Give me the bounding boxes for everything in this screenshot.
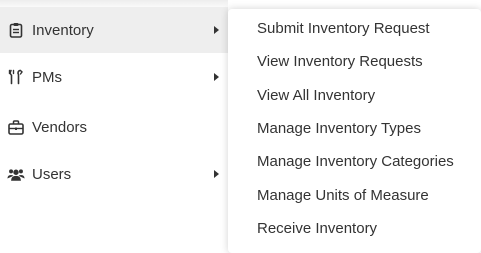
menu-item-label: Inventory — [32, 21, 94, 39]
submenu-item-submit-inventory-request[interactable]: Submit Inventory Request — [228, 12, 481, 45]
submenu-item-manage-inventory-types[interactable]: Manage Inventory Types — [228, 112, 481, 145]
users-icon — [7, 165, 25, 183]
wrench-icon — [7, 68, 25, 86]
menu-item-users[interactable]: Users — [0, 151, 228, 197]
caret-right-icon — [214, 73, 219, 81]
submenu-item-view-all-inventory[interactable]: View All Inventory — [228, 79, 481, 112]
menu-item-label: Vendors — [32, 118, 88, 136]
submenu-item-manage-units-of-measure[interactable]: Manage Units of Measure — [228, 179, 481, 212]
submenu-item-manage-inventory-categories[interactable]: Manage Inventory Categories — [228, 145, 481, 178]
caret-right-icon — [214, 170, 219, 178]
menu-item-inventory[interactable]: Inventory — [0, 7, 228, 53]
briefcase-icon — [7, 118, 25, 136]
menu-item-label: Users — [32, 165, 72, 183]
menu-item-label: PMs — [32, 68, 62, 86]
main-menu: Inventory PMs Vendors Users — [0, 0, 228, 253]
submenu-item-receive-inventory[interactable]: Receive Inventory — [228, 212, 481, 245]
menu-item-pms[interactable]: PMs — [0, 54, 228, 100]
menu-stage: Inventory PMs Vendors Users Submit Inven… — [0, 0, 481, 253]
submenu-item-view-inventory-requests[interactable]: View Inventory Requests — [228, 45, 481, 78]
caret-right-icon — [214, 26, 219, 34]
clipboard-icon — [7, 21, 25, 39]
menu-item-vendors[interactable]: Vendors — [0, 104, 228, 150]
inventory-submenu: Submit Inventory Request View Inventory … — [228, 9, 481, 253]
